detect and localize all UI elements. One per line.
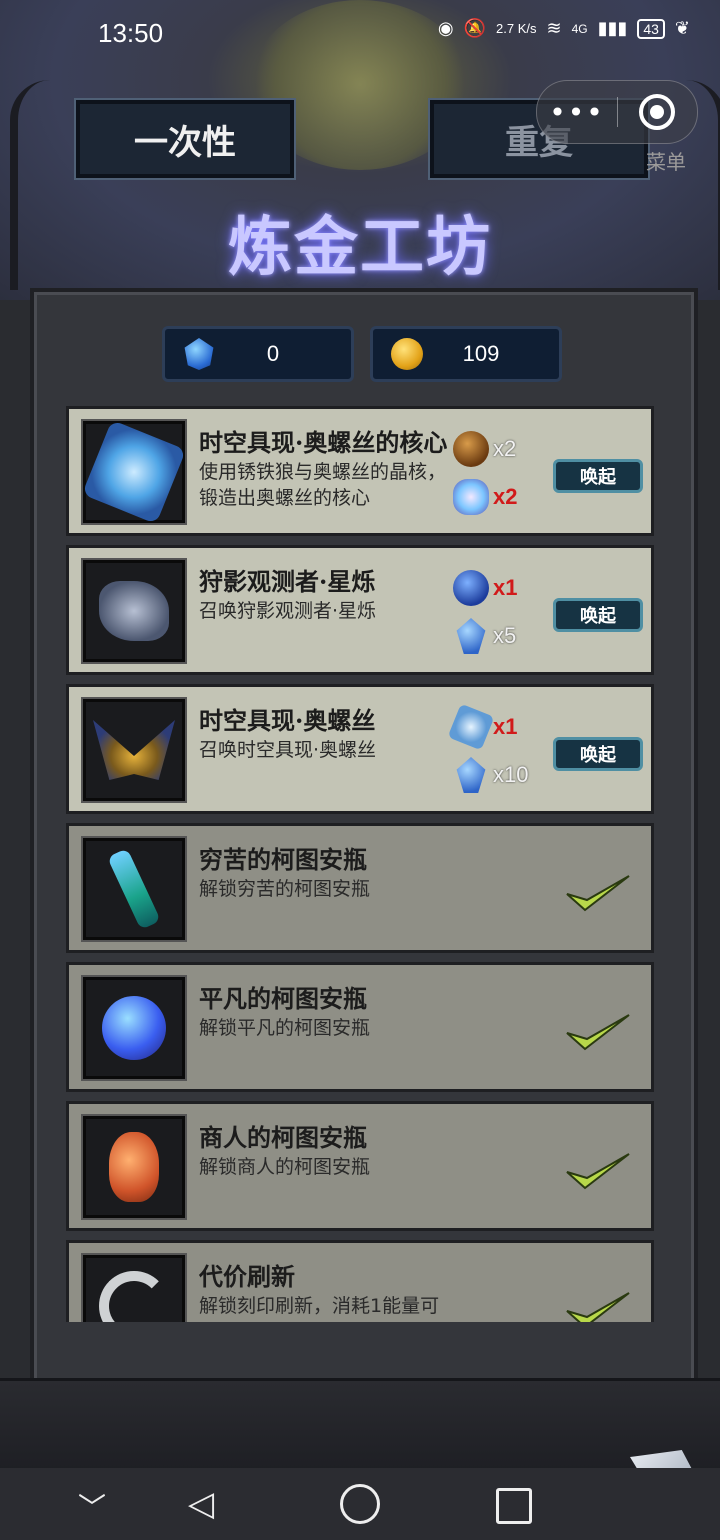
recents-icon[interactable] xyxy=(496,1488,532,1524)
wifi-icon: ≋ xyxy=(546,18,562,38)
star-core-icon xyxy=(447,703,495,751)
cost-item: x1 xyxy=(453,570,517,606)
summon-button[interactable]: 唤起 xyxy=(553,598,643,632)
recipe-title: 时空具现·奥螺丝 xyxy=(199,706,376,735)
cost-quantity: x2 xyxy=(493,436,517,461)
cost-item: x2 xyxy=(453,431,516,467)
leaf-icon: ❦ xyxy=(674,18,690,38)
recipe-thumbnail xyxy=(81,1114,187,1220)
back-icon[interactable]: ◁ xyxy=(188,1484,214,1524)
blue-crystal-icon xyxy=(456,618,486,654)
gold-coin-icon xyxy=(391,338,423,370)
home-icon[interactable] xyxy=(340,1484,380,1524)
recipe-card: 时空具现·奥螺丝的核心 使用锈铁狼与奥螺丝的晶核，锻造出奥螺丝的核心 x2 x2… xyxy=(66,406,654,536)
gem-counter: 0 xyxy=(162,326,354,382)
recipe-description: 召唤时空具现·奥螺丝 xyxy=(199,739,377,761)
recipe-list[interactable]: 时空具现·奥螺丝的核心 使用锈铁狼与奥螺丝的晶核，锻造出奥螺丝的核心 x2 x2… xyxy=(66,406,656,1322)
recipe-description: 解锁商人的柯图安瓶 xyxy=(199,1156,371,1178)
recipe-description: 召唤狩影观测者·星烁 xyxy=(199,600,377,622)
recipe-thumbnail xyxy=(81,697,187,803)
recipe-card-completed: 平凡的柯图安瓶 解锁平凡的柯图安瓶 xyxy=(66,962,654,1092)
network-type: 4G xyxy=(571,21,588,36)
recipe-description: 解锁平凡的柯图安瓶 xyxy=(199,1017,371,1039)
blue-sphere-icon xyxy=(453,570,489,606)
cost-quantity: x10 xyxy=(493,762,529,787)
recipe-thumbnail xyxy=(81,1253,187,1322)
refresh-icon xyxy=(99,1271,169,1322)
gem-count: 0 xyxy=(266,341,280,366)
summon-button[interactable]: 唤起 xyxy=(553,459,643,493)
cost-quantity: x5 xyxy=(493,623,517,648)
vase-icon xyxy=(109,1132,159,1202)
recipe-card: 狩影观测者·星烁 召唤狩影观测者·星烁 x1 x5 唤起 xyxy=(66,545,654,675)
status-bar: 13:50 ◉ 🔕 2.7 K/s ≋ 4G ▮▮▮ 43 ❦ xyxy=(0,0,720,64)
cost-quantity: x1 xyxy=(493,714,518,739)
round-flask-icon xyxy=(102,996,166,1060)
cost-item: x1 xyxy=(447,703,518,751)
chevron-down-icon[interactable]: ﹀ xyxy=(78,1486,106,1526)
close-miniprogram-button[interactable] xyxy=(618,94,696,130)
recipe-thumbnail xyxy=(81,558,187,664)
recipe-description: 解锁刻印刷新，消耗1能量可 xyxy=(199,1295,440,1317)
signal-icon: ▮▮▮ xyxy=(597,18,628,38)
recipe-description: 解锁穷苦的柯图安瓶 xyxy=(199,878,371,900)
checkmark-icon xyxy=(566,875,630,912)
recipe-description: 使用锈铁狼与奥螺丝的晶核，锻造出奥螺丝的核心 xyxy=(199,461,447,509)
eye-icon: ◉ xyxy=(437,18,454,38)
system-nav-bar: ﹀ ◁ xyxy=(0,1468,720,1540)
bottom-ornament xyxy=(0,1378,720,1471)
slim-bottle-icon xyxy=(107,848,161,930)
recipe-title: 代价刷新 xyxy=(199,1262,295,1291)
cost-item: x10 xyxy=(453,757,528,793)
battery-icon: 43 xyxy=(637,18,665,39)
recipe-title: 穷苦的柯图安瓶 xyxy=(199,845,367,874)
summon-button[interactable]: 唤起 xyxy=(553,737,643,771)
mute-icon: 🔕 xyxy=(463,18,487,38)
recipe-title: 平凡的柯图安瓶 xyxy=(199,984,367,1013)
recipe-title: 商人的柯图安瓶 xyxy=(199,1123,367,1152)
crystal-heart-icon xyxy=(453,479,489,515)
recipe-title: 狩影观测者·星烁 xyxy=(199,567,376,596)
status-time: 13:50 xyxy=(98,18,164,48)
tab-one-time[interactable]: 一次性 xyxy=(74,98,296,180)
star-core-icon xyxy=(81,419,187,525)
recipe-thumbnail xyxy=(81,836,187,942)
status-icons: ◉ 🔕 2.7 K/s ≋ 4G ▮▮▮ 43 ❦ xyxy=(438,18,690,39)
recipe-card-completed: 商人的柯图安瓶 解锁商人的柯图安瓶 xyxy=(66,1101,654,1231)
target-icon xyxy=(639,94,675,130)
blue-crystal-icon xyxy=(456,757,486,793)
cost-quantity: x1 xyxy=(493,575,518,600)
menu-hint: 菜单 xyxy=(646,150,686,174)
cost-item: x2 xyxy=(453,479,517,515)
recipe-title: 时空具现·奥螺丝的核心 xyxy=(199,428,448,457)
rust-iron-icon xyxy=(453,431,489,467)
more-options-button[interactable]: ••• xyxy=(537,96,617,129)
blue-gem-icon xyxy=(184,338,214,370)
checkmark-icon xyxy=(566,1292,630,1322)
cost-item: x5 xyxy=(453,618,516,654)
recipe-thumbnail xyxy=(81,419,187,525)
cost-quantity: x2 xyxy=(493,484,518,509)
telescope-icon xyxy=(99,581,169,641)
recipe-thumbnail xyxy=(81,975,187,1081)
checkmark-icon xyxy=(566,1153,630,1190)
miniprogram-capsule: ••• xyxy=(536,80,698,144)
recipe-card-completed: 穷苦的柯图安瓶 解锁穷苦的柯图安瓶 xyxy=(66,823,654,953)
recipe-card-completed: 代价刷新 解锁刻印刷新，消耗1能量可 xyxy=(66,1240,654,1322)
coin-counter: 109 xyxy=(370,326,562,382)
recipe-card: 时空具现·奥螺丝 召唤时空具现·奥螺丝 x1 x10 唤起 xyxy=(66,684,654,814)
coin-count: 109 xyxy=(462,341,500,366)
net-speed: 2.7 K/s xyxy=(496,21,537,36)
checkmark-icon xyxy=(566,1014,630,1051)
page-title: 炼金工坊 xyxy=(228,210,492,285)
winged-relic-icon xyxy=(93,720,175,780)
